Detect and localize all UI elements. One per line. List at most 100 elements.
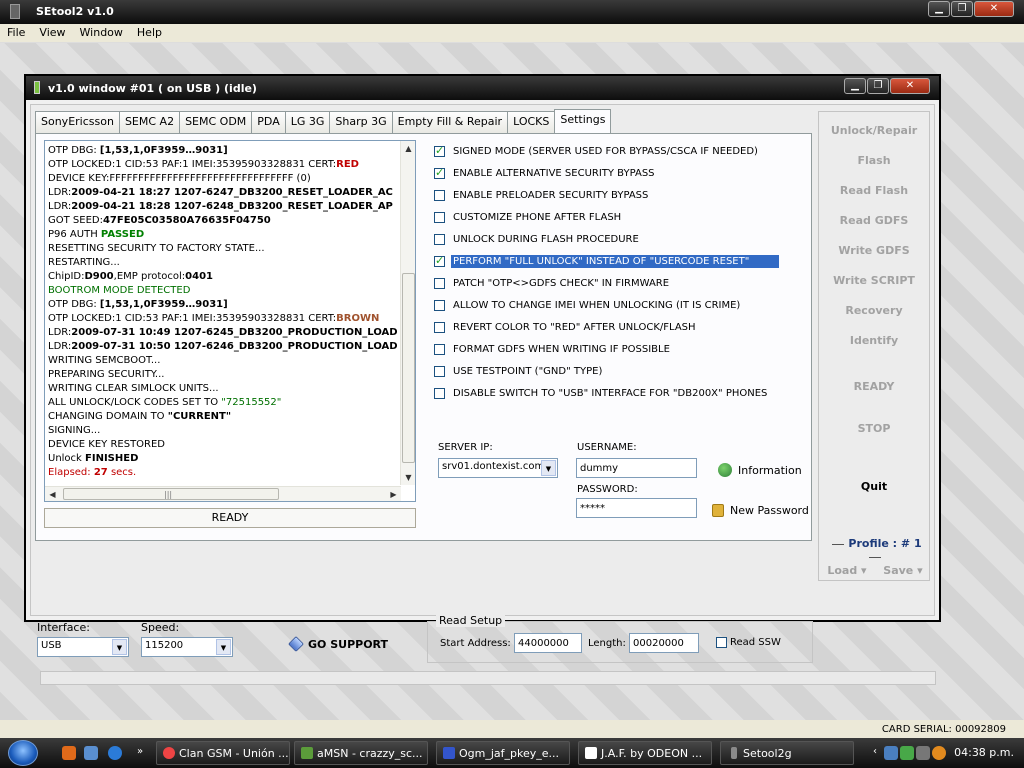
setting-option[interactable]: CUSTOMIZE PHONE AFTER FLASH — [434, 206, 804, 228]
tray-orange-icon[interactable] — [932, 746, 946, 760]
tray-app-icon[interactable] — [900, 746, 914, 760]
setting-checkbox[interactable] — [434, 299, 445, 311]
task-jaf[interactable]: J.A.F. by ODEON ... — [578, 741, 712, 765]
setting-checkbox[interactable] — [434, 189, 445, 201]
unlock-repair-button[interactable]: Unlock/Repair — [819, 116, 929, 146]
setting-checkbox[interactable] — [434, 387, 445, 399]
log-lines: OTP DBG: [1,53,1,0F3959…9031] OTP LOCKED:… — [48, 144, 397, 480]
tray-expand-icon[interactable]: ‹ — [868, 746, 882, 760]
ready-button[interactable]: READY — [819, 372, 929, 402]
write-gdfs-button[interactable]: Write GDFS — [819, 236, 929, 266]
setting-checkbox[interactable] — [434, 211, 445, 223]
setting-option[interactable]: SIGNED MODE (SERVER USED FOR BYPASS/CSCA… — [434, 140, 804, 162]
setting-checkbox[interactable] — [434, 233, 445, 245]
setting-checkbox[interactable] — [434, 277, 445, 289]
inner-minimize-button[interactable]: ▁ — [844, 78, 866, 94]
tab-sonyericsson[interactable]: SonyEricsson — [35, 111, 120, 133]
load-button[interactable]: Load ▾ — [827, 564, 866, 577]
tab-settings[interactable]: Settings — [554, 109, 612, 133]
fox-icon[interactable] — [62, 746, 76, 760]
scroll-thumb-vertical[interactable] — [402, 273, 415, 463]
speed-select[interactable]: 115200 ▼ — [141, 637, 233, 657]
setting-checkbox[interactable] — [434, 321, 445, 333]
save-button[interactable]: Save ▾ — [883, 564, 922, 577]
start-address-input[interactable] — [514, 633, 582, 653]
setting-checkbox[interactable] — [434, 144, 445, 157]
tab-semc-a2[interactable]: SEMC A2 — [118, 111, 181, 133]
interface-select[interactable]: USB ▼ — [37, 637, 129, 657]
read-gdfs-button[interactable]: Read GDFS — [819, 206, 929, 236]
flash-button[interactable]: Flash — [819, 146, 929, 176]
setting-option[interactable]: UNLOCK DURING FLASH PROCEDURE — [434, 228, 804, 250]
setting-option[interactable]: FORMAT GDFS WHEN WRITING IF POSSIBLE — [434, 338, 804, 360]
menu-help[interactable]: Help — [130, 24, 169, 42]
new-password-button[interactable]: New Password — [712, 504, 809, 517]
setting-checkbox[interactable] — [434, 365, 445, 377]
go-support-button[interactable]: GO SUPPORT — [288, 636, 389, 652]
volume-icon[interactable] — [916, 746, 930, 760]
menu-window[interactable]: Window — [73, 24, 130, 42]
tab-lg-3g[interactable]: LG 3G — [284, 111, 331, 133]
task-clangsm[interactable]: Clan GSM - Unión ... — [156, 741, 290, 765]
task-setool[interactable]: Setool2g — [720, 741, 854, 765]
chevron-down-icon[interactable]: ▼ — [216, 639, 231, 655]
ie-icon[interactable] — [108, 746, 122, 760]
log-text: DEVICE KEY RESTORED — [48, 439, 166, 450]
setting-option[interactable]: ENABLE ALTERNATIVE SECURITY BYPASS — [434, 162, 804, 184]
password-input[interactable] — [576, 498, 697, 518]
task-ogm[interactable]: Ogm_jaf_pkey_e... — [436, 741, 570, 765]
length-input[interactable] — [629, 633, 699, 653]
tab-semc-odm[interactable]: SEMC ODM — [179, 111, 253, 133]
task-amsn[interactable]: aMSN - crazzy_sc... — [294, 741, 428, 765]
setting-option[interactable]: ENABLE PRELOADER SECURITY BYPASS — [434, 184, 804, 206]
chevron-down-icon[interactable]: ▼ — [541, 460, 556, 476]
setting-option[interactable]: DISABLE SWITCH TO "USB" INTERFACE FOR "D… — [434, 382, 804, 404]
setting-option[interactable]: ALLOW TO CHANGE IMEI WHEN UNLOCKING (IT … — [434, 294, 804, 316]
menu-view[interactable]: View — [32, 24, 72, 42]
log-horizontal-scrollbar[interactable]: ◀ ||| ▶ — [45, 486, 401, 501]
tab-locks[interactable]: LOCKS — [507, 111, 556, 133]
progress-bar — [40, 671, 936, 685]
tab-empty-fill-repair[interactable]: Empty Fill & Repair — [391, 111, 509, 133]
explorer-icon[interactable] — [84, 746, 98, 760]
tab-pda[interactable]: PDA — [251, 111, 286, 133]
identify-button[interactable]: Identify — [819, 326, 929, 356]
grip-icon: ||| — [164, 490, 173, 499]
inner-close-button[interactable]: ✕ — [890, 78, 930, 94]
inner-window-title: v1.0 window #01 ( on USB ) (idle) — [48, 82, 257, 95]
setting-checkbox[interactable] — [434, 343, 445, 355]
read-ssw-checkbox[interactable] — [716, 637, 727, 648]
setting-checkbox[interactable] — [434, 254, 445, 267]
information-button[interactable]: Information — [718, 463, 802, 477]
tab-sharp-3g[interactable]: Sharp 3G — [329, 111, 393, 133]
scroll-down-icon[interactable]: ▼ — [401, 470, 415, 485]
log-text: P96 AUTH — [48, 229, 101, 240]
setting-option[interactable]: REVERT COLOR TO "RED" AFTER UNLOCK/FLASH — [434, 316, 804, 338]
quit-button[interactable]: Quit — [819, 472, 929, 502]
server-ip-select[interactable]: srv01.dontexist.com ▼ — [438, 458, 558, 478]
network-icon[interactable] — [884, 746, 898, 760]
close-button[interactable]: ✕ — [974, 1, 1014, 17]
setting-option[interactable]: PATCH "OTP<>GDFS CHECK" IN FIRMWARE — [434, 272, 804, 294]
start-button[interactable] — [8, 740, 38, 766]
chevron-right-icon[interactable]: » — [133, 746, 147, 760]
log-vertical-scrollbar[interactable]: ▲ ▼ — [400, 141, 415, 485]
maximize-button[interactable]: ❐ — [951, 1, 973, 17]
username-input[interactable] — [576, 458, 697, 478]
chevron-down-icon[interactable]: ▼ — [112, 639, 127, 655]
scroll-thumb-horizontal[interactable]: ||| — [63, 488, 279, 500]
read-flash-button[interactable]: Read Flash — [819, 176, 929, 206]
inner-maximize-button[interactable]: ❐ — [867, 78, 889, 94]
write-script-button[interactable]: Write SCRIPT — [819, 266, 929, 296]
setting-option[interactable]: PERFORM "FULL UNLOCK" INSTEAD OF "USERCO… — [434, 250, 804, 272]
go-support-label: GO SUPPORT — [308, 637, 389, 651]
recovery-button[interactable]: Recovery — [819, 296, 929, 326]
stop-button[interactable]: STOP — [819, 414, 929, 444]
scroll-right-icon[interactable]: ▶ — [386, 487, 401, 501]
scroll-left-icon[interactable]: ◀ — [45, 487, 60, 501]
setting-option[interactable]: USE TESTPOINT ("GND" TYPE) — [434, 360, 804, 382]
setting-checkbox[interactable] — [434, 166, 445, 179]
menu-file[interactable]: File — [0, 24, 32, 42]
scroll-up-icon[interactable]: ▲ — [401, 141, 415, 156]
minimize-button[interactable]: ▁ — [928, 1, 950, 17]
